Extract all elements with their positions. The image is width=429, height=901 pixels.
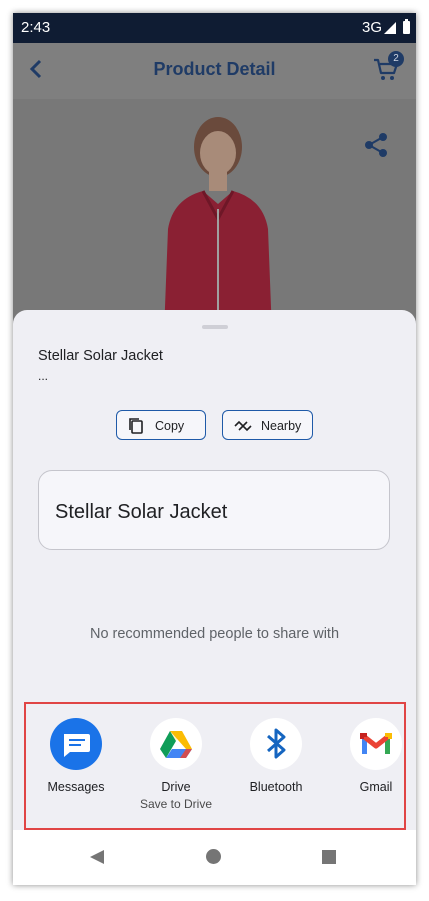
no-recommended-people-text: No recommended people to share with [89,626,340,642]
share-target-gmail[interactable]: Gmail [336,718,416,794]
nav-back-icon[interactable] [90,850,104,864]
status-network: 3G [361,19,382,36]
phone-frame: 2:43 3G Product Detail 2 Stellar Solar J… [13,13,416,885]
messages-icon [50,718,102,770]
share-target-label: Gmail [359,780,393,794]
nav-recents-icon[interactable] [322,850,336,864]
signal-icon [384,22,396,34]
page-title: Product Detail [153,59,276,79]
share-icon[interactable] [362,131,390,159]
google-drive-icon [150,718,202,770]
share-subtitle: ... [38,369,49,383]
share-targets-row: Messages Drive Save to Drive Bluetooth G… [24,702,406,830]
share-title: Stellar Solar Jacket [38,348,163,364]
share-target-drive[interactable]: Drive Save to Drive [136,718,216,811]
copy-icon [129,418,143,434]
cart-count-badge: 2 [388,51,404,67]
copy-label: Copy [155,419,185,433]
nav-home-icon[interactable] [206,849,221,864]
status-bar: 2:43 3G [13,13,416,43]
nearby-label: Nearby [261,419,302,433]
system-nav-bar [13,830,416,885]
sheet-drag-handle[interactable] [202,325,228,329]
battery-icon [403,19,410,34]
bluetooth-icon [250,718,302,770]
app-bar: Product Detail 2 [13,43,416,99]
gmail-icon [350,718,402,770]
share-target-label: Drive [161,780,191,794]
nearby-icon [234,420,252,432]
share-target-messages[interactable]: Messages [36,718,116,794]
nearby-button[interactable]: Nearby [222,410,313,440]
share-target-sublabel: Save to Drive [139,797,213,811]
status-time: 2:43 [21,19,51,36]
copy-button[interactable]: Copy [116,410,206,440]
share-target-label: Bluetooth [249,780,303,794]
share-target-label: Messages [47,780,105,794]
share-target-bluetooth[interactable]: Bluetooth [236,718,316,794]
share-preview-card: Stellar Solar Jacket [38,470,390,550]
share-preview-text: Stellar Solar Jacket [55,501,228,523]
